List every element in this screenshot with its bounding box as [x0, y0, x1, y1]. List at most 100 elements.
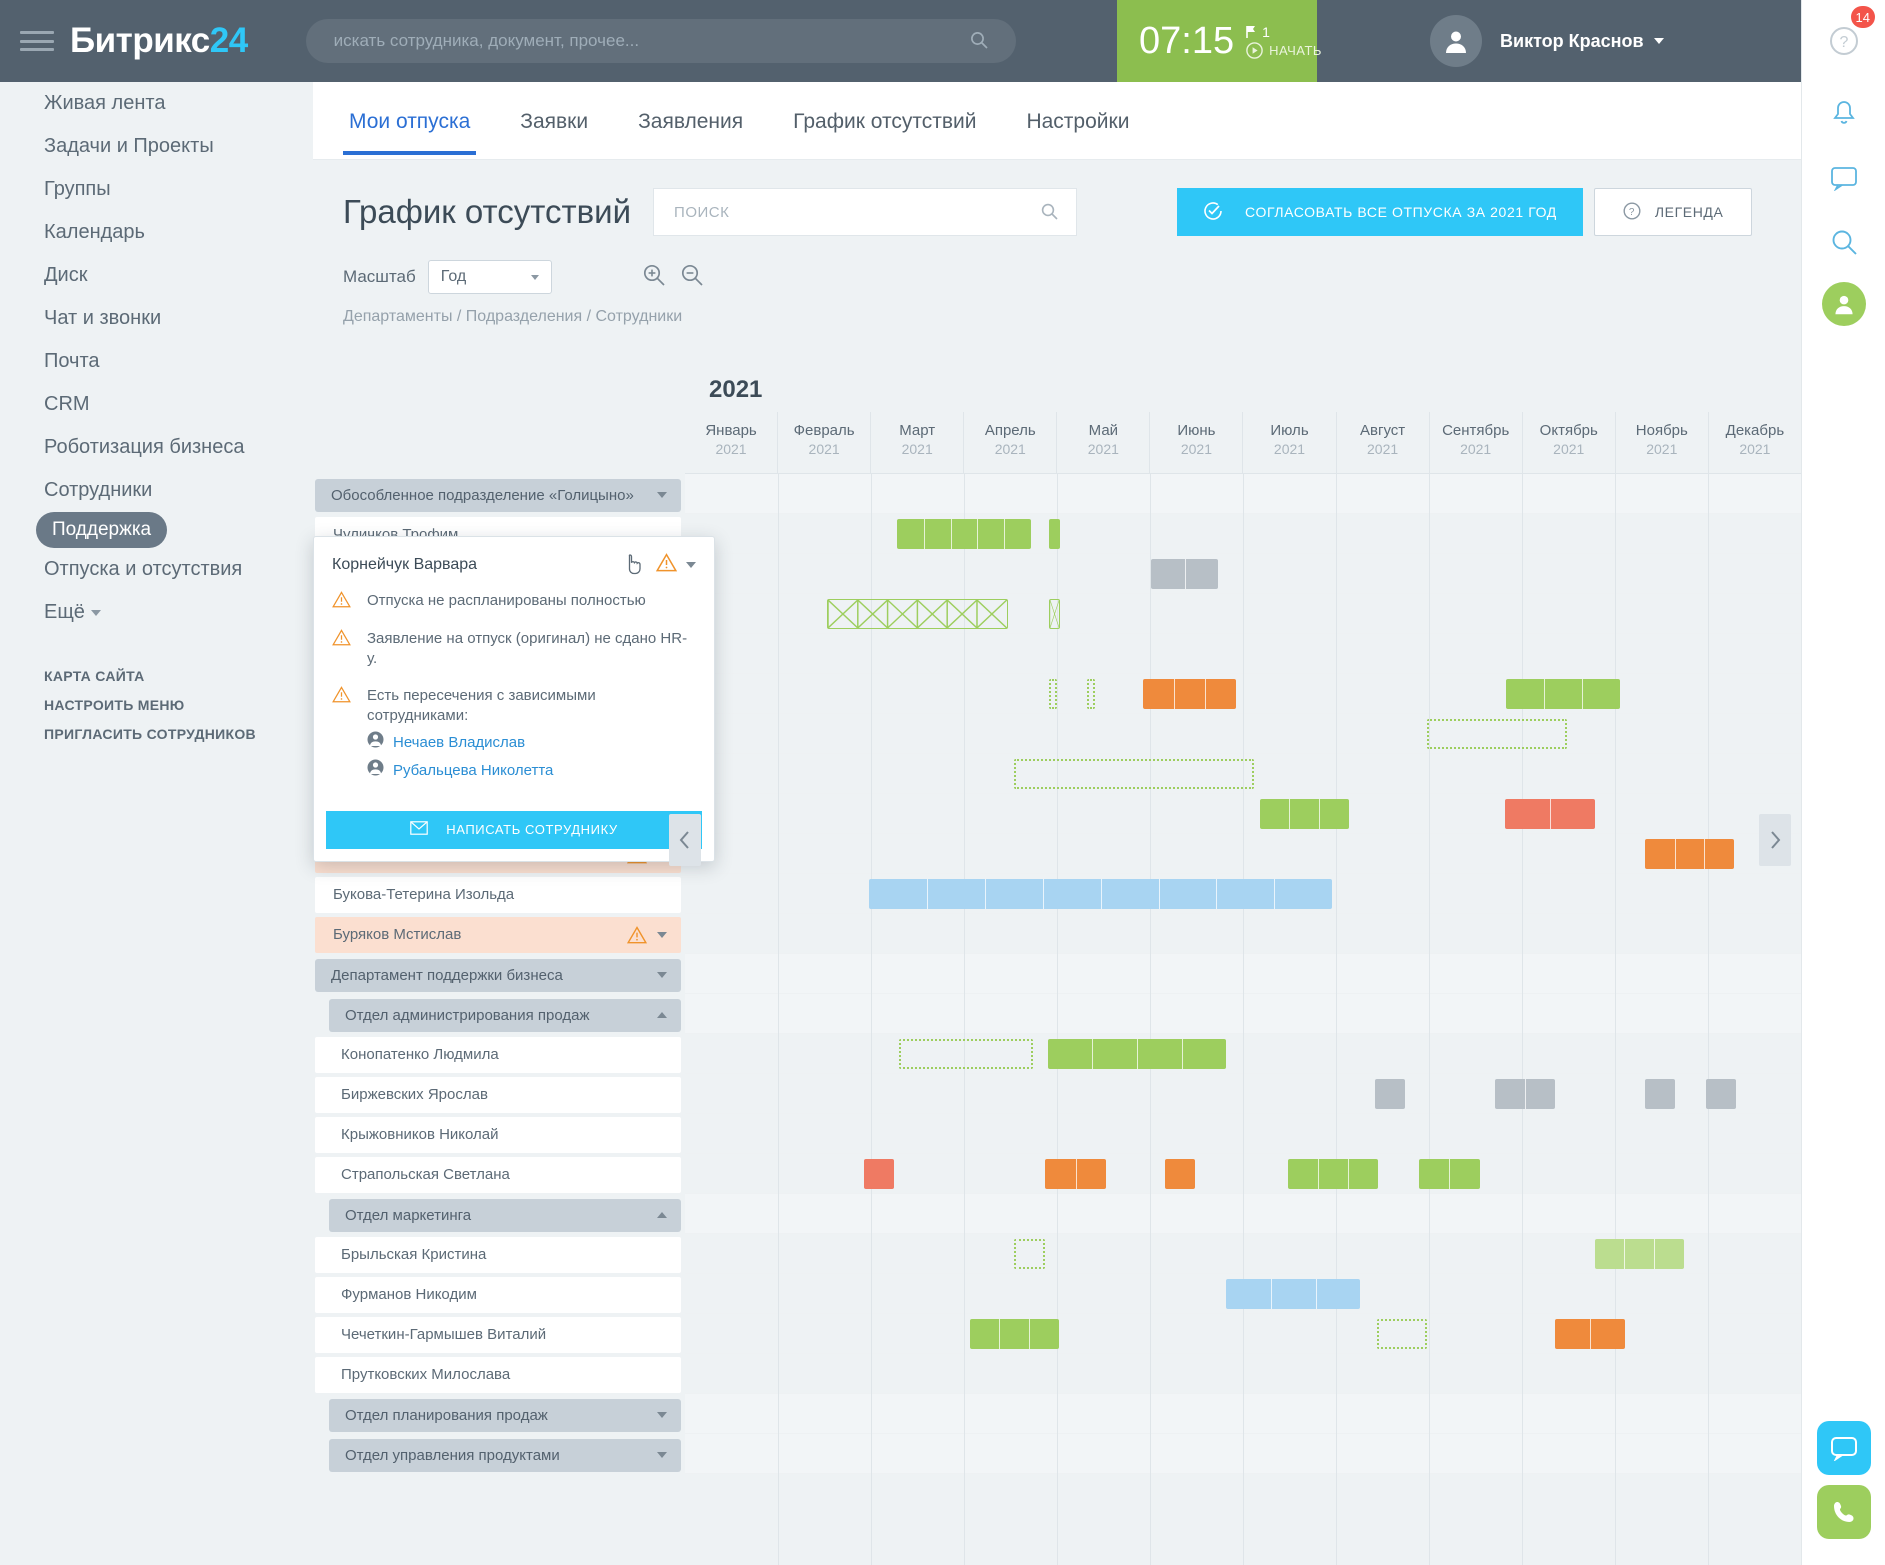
sidebar-link-0[interactable]: КАРТА САЙТА — [44, 668, 313, 684]
rail-search-icon[interactable] — [1802, 210, 1885, 274]
employee-node[interactable]: Страпольская Светлана — [315, 1157, 681, 1193]
sidebar-item-4[interactable]: Диск — [0, 254, 313, 297]
employee-row[interactable]: Биржевских Ярослав — [313, 1074, 685, 1114]
chevron-down-icon[interactable] — [657, 972, 667, 978]
employee-row[interactable]: Фурманов Никодим — [313, 1274, 685, 1314]
chevron-up-icon[interactable] — [657, 1212, 667, 1218]
sidebar-item-10[interactable]: Поддержка — [36, 512, 167, 548]
gantt-bar[interactable] — [1419, 1159, 1479, 1189]
department-node[interactable]: Отдел маркетинга — [329, 1199, 681, 1232]
chevron-down-icon[interactable] — [657, 932, 667, 938]
chevron-down-icon[interactable] — [657, 492, 667, 498]
employee-node[interactable]: Фурманов Никодим — [315, 1277, 681, 1313]
warning-group[interactable] — [627, 926, 667, 944]
department-row[interactable]: Отдел маркетинга — [313, 1194, 685, 1234]
scale-select[interactable]: Год — [428, 260, 552, 294]
employee-node[interactable]: Чечеткин-Гармышев Виталий — [315, 1317, 681, 1353]
department-row[interactable]: Департамент поддержки бизнеса — [313, 954, 685, 994]
gantt-bar[interactable] — [1427, 719, 1567, 749]
write-employee-button[interactable]: НАПИСАТЬ СОТРУДНИКУ — [326, 811, 702, 849]
user-menu[interactable]: Виктор Краснов — [1430, 0, 1664, 82]
employee-row[interactable]: Буряков Мстислав — [313, 914, 685, 954]
gantt-bar[interactable] — [1045, 1159, 1105, 1189]
sidebar-item-0[interactable]: Живая лента — [0, 82, 313, 125]
scroll-right-button[interactable] — [1759, 814, 1791, 866]
employee-row[interactable]: Конопатенко Людмила — [313, 1034, 685, 1074]
bell-icon[interactable] — [1802, 82, 1885, 146]
tab-1[interactable]: Заявки — [514, 88, 594, 154]
gantt-bar[interactable] — [1151, 559, 1218, 589]
gantt-bar[interactable] — [1506, 679, 1620, 709]
chevron-down-icon[interactable] — [686, 562, 696, 568]
gantt-bar[interactable] — [1288, 1159, 1378, 1189]
tab-4[interactable]: Настройки — [1020, 88, 1135, 154]
gantt-bar[interactable] — [1505, 799, 1594, 829]
employee-row[interactable]: Брыльская Кристина — [313, 1234, 685, 1274]
chevron-down-icon[interactable] — [657, 1452, 667, 1458]
chevron-up-icon[interactable] — [657, 1012, 667, 1018]
rail-avatar[interactable] — [1822, 282, 1866, 326]
gantt-bar[interactable] — [1375, 1079, 1405, 1109]
timer-start-button[interactable]: НАЧАТЬ — [1246, 42, 1322, 59]
board-search[interactable] — [653, 188, 1077, 236]
department-node[interactable]: Обособленное подразделение «Голицыно» — [315, 479, 681, 512]
gantt-bar[interactable] — [1014, 1239, 1045, 1269]
gantt-bar[interactable] — [1706, 1079, 1736, 1109]
gantt-bar[interactable] — [1049, 519, 1060, 549]
department-node[interactable]: Отдел администрирования продаж — [329, 999, 681, 1032]
sidebar-item-3[interactable]: Календарь — [0, 211, 313, 254]
sidebar-item-9[interactable]: Сотрудники — [0, 469, 313, 512]
gantt-bar[interactable] — [1645, 1079, 1675, 1109]
gantt-bar[interactable] — [897, 519, 1031, 549]
gantt-bar[interactable] — [1555, 1319, 1624, 1349]
gantt-bar[interactable] — [827, 599, 1008, 629]
employee-node[interactable]: Биржевских Ярослав — [315, 1077, 681, 1113]
gantt-bar[interactable] — [869, 879, 1332, 909]
employee-node[interactable]: Букова-Тетерина Изольда — [315, 877, 681, 913]
gantt-bar[interactable] — [1014, 759, 1254, 789]
sidebar-item-more[interactable]: Ещё — [0, 591, 313, 634]
open-chat-button[interactable] — [1817, 1421, 1871, 1475]
global-search[interactable] — [306, 19, 1016, 63]
work-timer[interactable]: 07:15 1 НАЧАТЬ — [1117, 0, 1317, 82]
tab-3[interactable]: График отсутствий — [787, 88, 982, 154]
gantt-bar[interactable] — [1495, 1079, 1555, 1109]
gantt-bar[interactable] — [1087, 679, 1095, 709]
sidebar-item-1[interactable]: Задачи и Проекты — [0, 125, 313, 168]
department-row[interactable]: Отдел администрирования продаж — [313, 994, 685, 1034]
zoom-out-icon[interactable] — [680, 263, 704, 292]
department-row[interactable]: Отдел планирования продаж — [313, 1394, 685, 1434]
employee-node[interactable]: Брыльская Кристина — [315, 1237, 681, 1273]
employee-row[interactable]: Страпольская Светлана — [313, 1154, 685, 1194]
employee-node[interactable]: Буряков Мстислав — [315, 917, 681, 953]
sidebar-item-8[interactable]: Роботизация бизнеса — [0, 426, 313, 469]
board-search-input[interactable] — [654, 203, 1014, 222]
employee-node[interactable]: Конопатенко Людмила — [315, 1037, 681, 1073]
gantt-bar[interactable] — [864, 1159, 894, 1189]
message-icon[interactable] — [1802, 146, 1885, 210]
popup-person-link[interactable]: Нечаев Владислав — [367, 731, 696, 754]
call-button[interactable] — [1817, 1485, 1871, 1539]
employee-node[interactable]: Прутковских Милослава — [315, 1357, 681, 1393]
gantt-bar[interactable] — [1260, 799, 1349, 829]
gantt-bar[interactable] — [1595, 1239, 1684, 1269]
gantt-bar[interactable] — [970, 1319, 1059, 1349]
gantt-bar[interactable] — [1049, 679, 1057, 709]
sidebar-item-2[interactable]: Группы — [0, 168, 313, 211]
tab-0[interactable]: Мои отпуска — [343, 88, 476, 154]
department-row[interactable]: Отдел управления продуктами — [313, 1434, 685, 1474]
gantt-bar[interactable] — [1165, 1159, 1195, 1189]
app-logo[interactable]: Битрикс24 — [70, 21, 248, 61]
sidebar-link-1[interactable]: НАСТРОИТЬ МЕНЮ — [44, 697, 313, 713]
gantt-bar[interactable] — [1645, 839, 1734, 869]
department-node[interactable]: Департамент поддержки бизнеса — [315, 959, 681, 992]
zoom-in-icon[interactable] — [642, 263, 666, 292]
sidebar-link-2[interactable]: ПРИГЛАСИТЬ СОТРУДНИКОВ — [44, 726, 313, 742]
help-icon[interactable]: ? — [1829, 26, 1859, 56]
sidebar-item-6[interactable]: Почта — [0, 340, 313, 383]
gantt-bar[interactable] — [1377, 1319, 1427, 1349]
gantt-bar[interactable] — [1143, 679, 1237, 709]
legend-button[interactable]: ? ЛЕГЕНДА — [1594, 188, 1753, 236]
scroll-left-button[interactable] — [669, 814, 701, 866]
gantt-bar[interactable] — [1048, 1039, 1227, 1069]
